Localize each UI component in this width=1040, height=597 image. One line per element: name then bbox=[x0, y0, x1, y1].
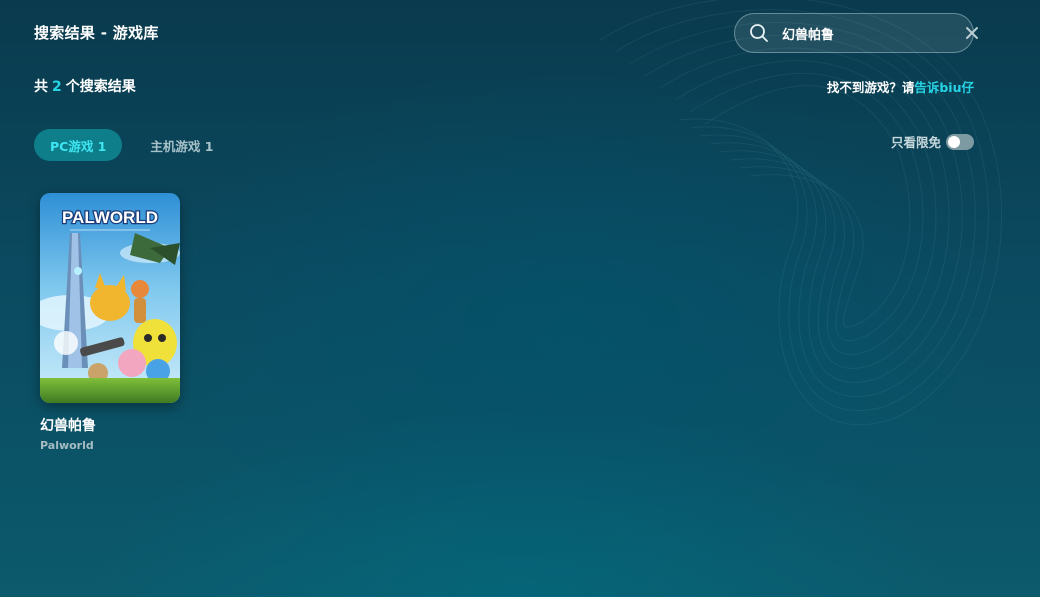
result-count-suffix: 个搜索结果 bbox=[65, 79, 136, 95]
tab-pc-games[interactable]: PC游戏 1 bbox=[34, 129, 123, 161]
search-input[interactable] bbox=[782, 25, 964, 41]
platform-tabs: PC游戏 1 主机游戏 1 bbox=[34, 129, 229, 161]
search-box[interactable] bbox=[734, 13, 978, 53]
toggle-knob bbox=[948, 135, 960, 148]
feedback-text: 找不到游戏？请 bbox=[826, 80, 915, 95]
result-count-prefix: 共 bbox=[34, 79, 48, 95]
game-card[interactable]: PALWORLD 幻兽帕鲁 Palworld bbox=[40, 193, 180, 452]
result-count-number: 2 bbox=[52, 79, 62, 95]
limited-free-filter: 只看限免 bbox=[891, 132, 974, 151]
result-count: 共 2 个搜索结果 bbox=[34, 76, 136, 96]
game-subtitle: Palworld bbox=[40, 439, 94, 452]
limited-free-toggle[interactable] bbox=[946, 133, 974, 150]
game-title[interactable]: 幻兽帕鲁 bbox=[40, 415, 180, 435]
feedback-prompt: 找不到游戏？请告诉biu仔 bbox=[827, 77, 974, 96]
cover-logo-text: PALWORLD bbox=[62, 208, 158, 227]
tab-console-games[interactable]: 主机游戏 1 bbox=[134, 129, 229, 161]
background-swirl-decoration bbox=[599, 0, 1003, 426]
feedback-link[interactable]: 告诉biu仔 bbox=[914, 80, 974, 95]
page-title: 搜索结果 - 游戏库 bbox=[34, 24, 159, 42]
game-cover-image[interactable]: PALWORLD bbox=[40, 193, 180, 403]
limited-free-label: 只看限免 bbox=[890, 135, 941, 150]
search-icon[interactable] bbox=[749, 23, 769, 43]
close-icon[interactable] bbox=[964, 25, 980, 41]
